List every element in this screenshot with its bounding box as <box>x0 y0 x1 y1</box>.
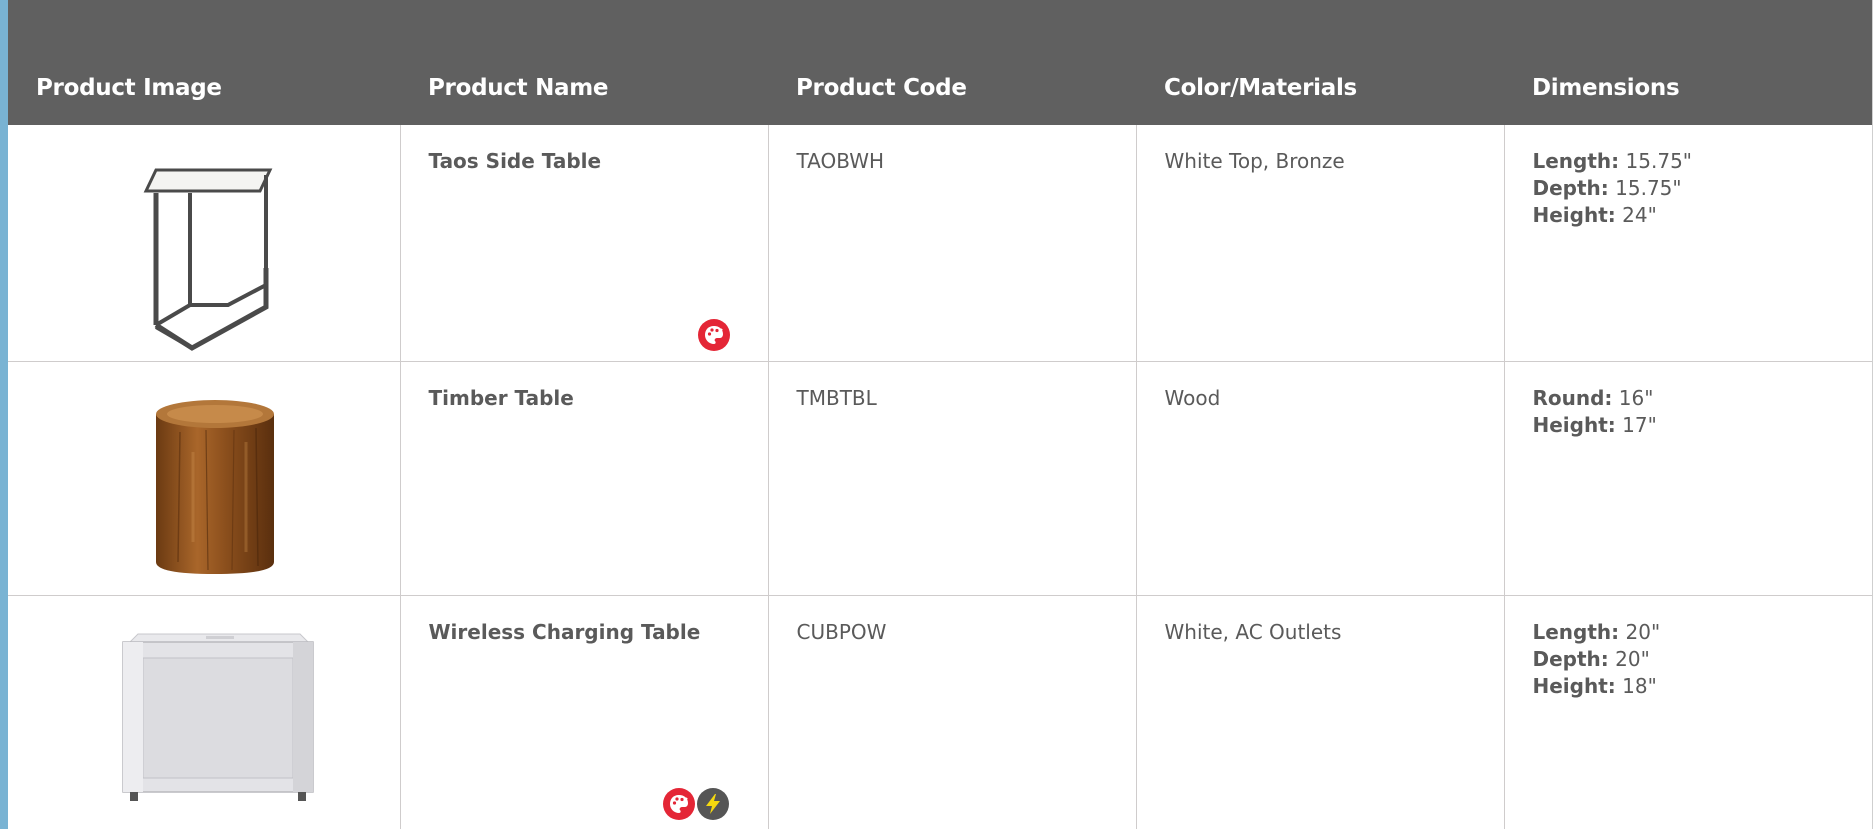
product-code-cell: TMBTBL <box>767 361 1136 595</box>
dimension-depth: Depth: 15.75" <box>1533 175 1845 202</box>
column-header-product-image: Product Image <box>36 75 222 101</box>
dimension-label: Length: <box>1532 149 1620 173</box>
dimension-value: 20" <box>1615 646 1650 671</box>
product-materials: Wood <box>1164 385 1221 410</box>
left-accent-bar <box>0 0 8 829</box>
product-name: Timber Table <box>428 385 574 410</box>
table-row: Timber Table TMBTBL Wood Round: 16" Heig… <box>8 361 1872 595</box>
lightning-bolt-icon <box>696 787 729 820</box>
product-code-cell: CUBPOW <box>767 595 1136 829</box>
dimensions-cell: Length: 20" Depth: 20" Height: 18" <box>1503 595 1872 829</box>
wireless-charging-table-image[interactable] <box>8 596 400 829</box>
product-code: TAOBWH <box>796 149 885 173</box>
product-name: Taos Side Table <box>428 149 602 173</box>
timber-table-image[interactable] <box>8 362 400 595</box>
dimension-label: Height: <box>1532 203 1616 227</box>
dimension-value: 18" <box>1622 673 1657 698</box>
product-code: TMBTBL <box>796 385 877 410</box>
product-image-cell <box>8 595 400 829</box>
dimensions-cell: Length: 15.75" Depth: 15.75" Height: 24" <box>1503 125 1872 361</box>
dimension-label: Depth: <box>1532 176 1609 200</box>
paint-palette-icon <box>662 787 695 820</box>
dimension-length: Length: 15.75" <box>1533 148 1845 175</box>
product-image-cell <box>8 125 400 361</box>
product-image-cell <box>8 361 400 595</box>
materials-cell: White Top, Bronze <box>1135 125 1504 361</box>
dimension-depth: Depth: 20" <box>1533 646 1845 673</box>
product-code: CUBPOW <box>796 619 887 644</box>
materials-cell: White, AC Outlets <box>1135 595 1504 829</box>
column-header-product-code: Product Code <box>796 75 967 101</box>
dimension-label: Height: <box>1532 412 1616 437</box>
product-table: Product Image Product Name Product Code … <box>8 0 1872 829</box>
dimension-label: Length: <box>1532 619 1620 644</box>
dimension-label: Height: <box>1532 673 1616 698</box>
product-code-cell: TAOBWH <box>767 125 1136 361</box>
column-header-color-materials: Color/Materials <box>1164 75 1357 101</box>
dimension-value: 17" <box>1622 412 1657 437</box>
column-header-product-name: Product Name <box>428 75 609 101</box>
dimensions-cell: Round: 16" Height: 17" <box>1503 361 1872 595</box>
table-row: Taos Side Table TAOBWH White Top, Bronze <box>8 125 1872 361</box>
dimension-value: 15.75" <box>1615 176 1682 200</box>
product-name: Wireless Charging Table <box>428 619 701 644</box>
product-name-cell: Timber Table <box>399 361 768 595</box>
product-materials: White, AC Outlets <box>1164 619 1342 644</box>
table-header-row: Product Image Product Name Product Code … <box>8 0 1872 125</box>
dimension-label: Depth: <box>1532 646 1609 671</box>
product-materials: White Top, Bronze <box>1164 149 1345 173</box>
product-name-cell: Taos Side Table <box>399 125 768 361</box>
dimension-value: 15.75" <box>1625 149 1692 173</box>
dimension-height: Height: 18" <box>1533 673 1845 700</box>
table-row: Wireless Charging Table CUBPOW White, AC… <box>8 595 1872 829</box>
dimension-height: Height: 24" <box>1533 202 1845 229</box>
product-name-cell: Wireless Charging Table <box>399 595 768 829</box>
dimension-round: Round: 16" <box>1533 385 1845 412</box>
dimension-length: Length: 20" <box>1533 619 1845 646</box>
dimension-value: 24" <box>1622 203 1657 227</box>
column-header-dimensions: Dimensions <box>1532 75 1680 101</box>
dimension-height: Height: 17" <box>1533 412 1845 439</box>
dimension-label: Round: <box>1532 385 1613 410</box>
dimension-value: 16" <box>1618 385 1654 410</box>
taos-side-table-image[interactable] <box>8 125 400 361</box>
paint-palette-icon <box>697 319 730 351</box>
dimension-value: 20" <box>1625 619 1661 644</box>
materials-cell: Wood <box>1135 361 1504 595</box>
